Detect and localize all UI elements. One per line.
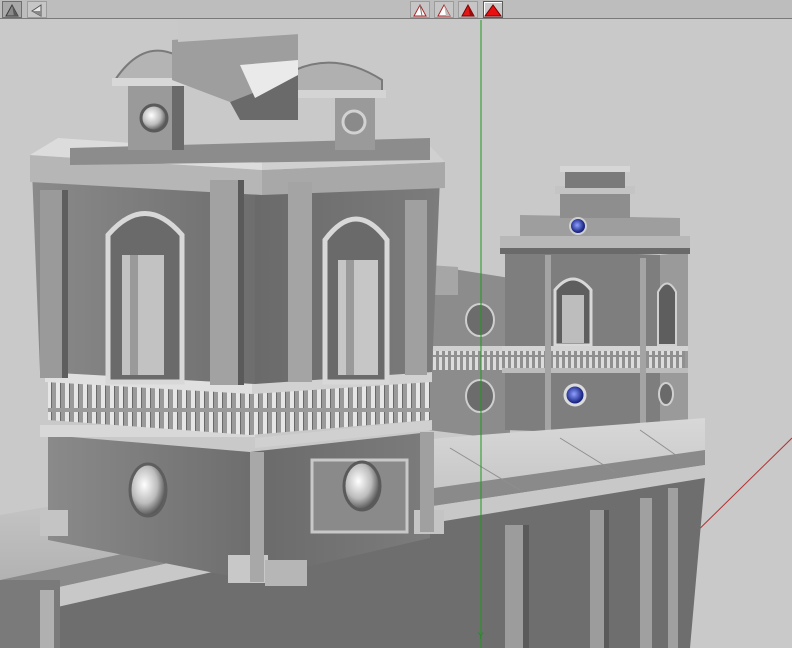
y-axis-label: Y [478,632,484,642]
shade-full-button[interactable] [483,1,503,18]
architectural-model-render [0,20,792,648]
view-left-pressed-button[interactable] [2,1,22,18]
pyramid-red-filled-icon [484,3,502,16]
pyramid-gray-icon [5,3,19,16]
near-tower [30,20,445,586]
far-tower [428,166,690,440]
shade-smooth-button[interactable] [458,1,478,18]
pyramid-white-icon [31,3,42,17]
shade-flat-button[interactable] [434,1,454,18]
pyramid-red-icon [461,3,475,16]
viewport-toolbar [0,0,792,19]
3d-viewport[interactable]: Y [0,20,792,648]
pyramid-outline-icon [413,3,427,16]
shade-wire-button[interactable] [410,1,430,18]
view-back-button[interactable] [27,1,47,18]
pyramid-half-icon [437,3,451,16]
